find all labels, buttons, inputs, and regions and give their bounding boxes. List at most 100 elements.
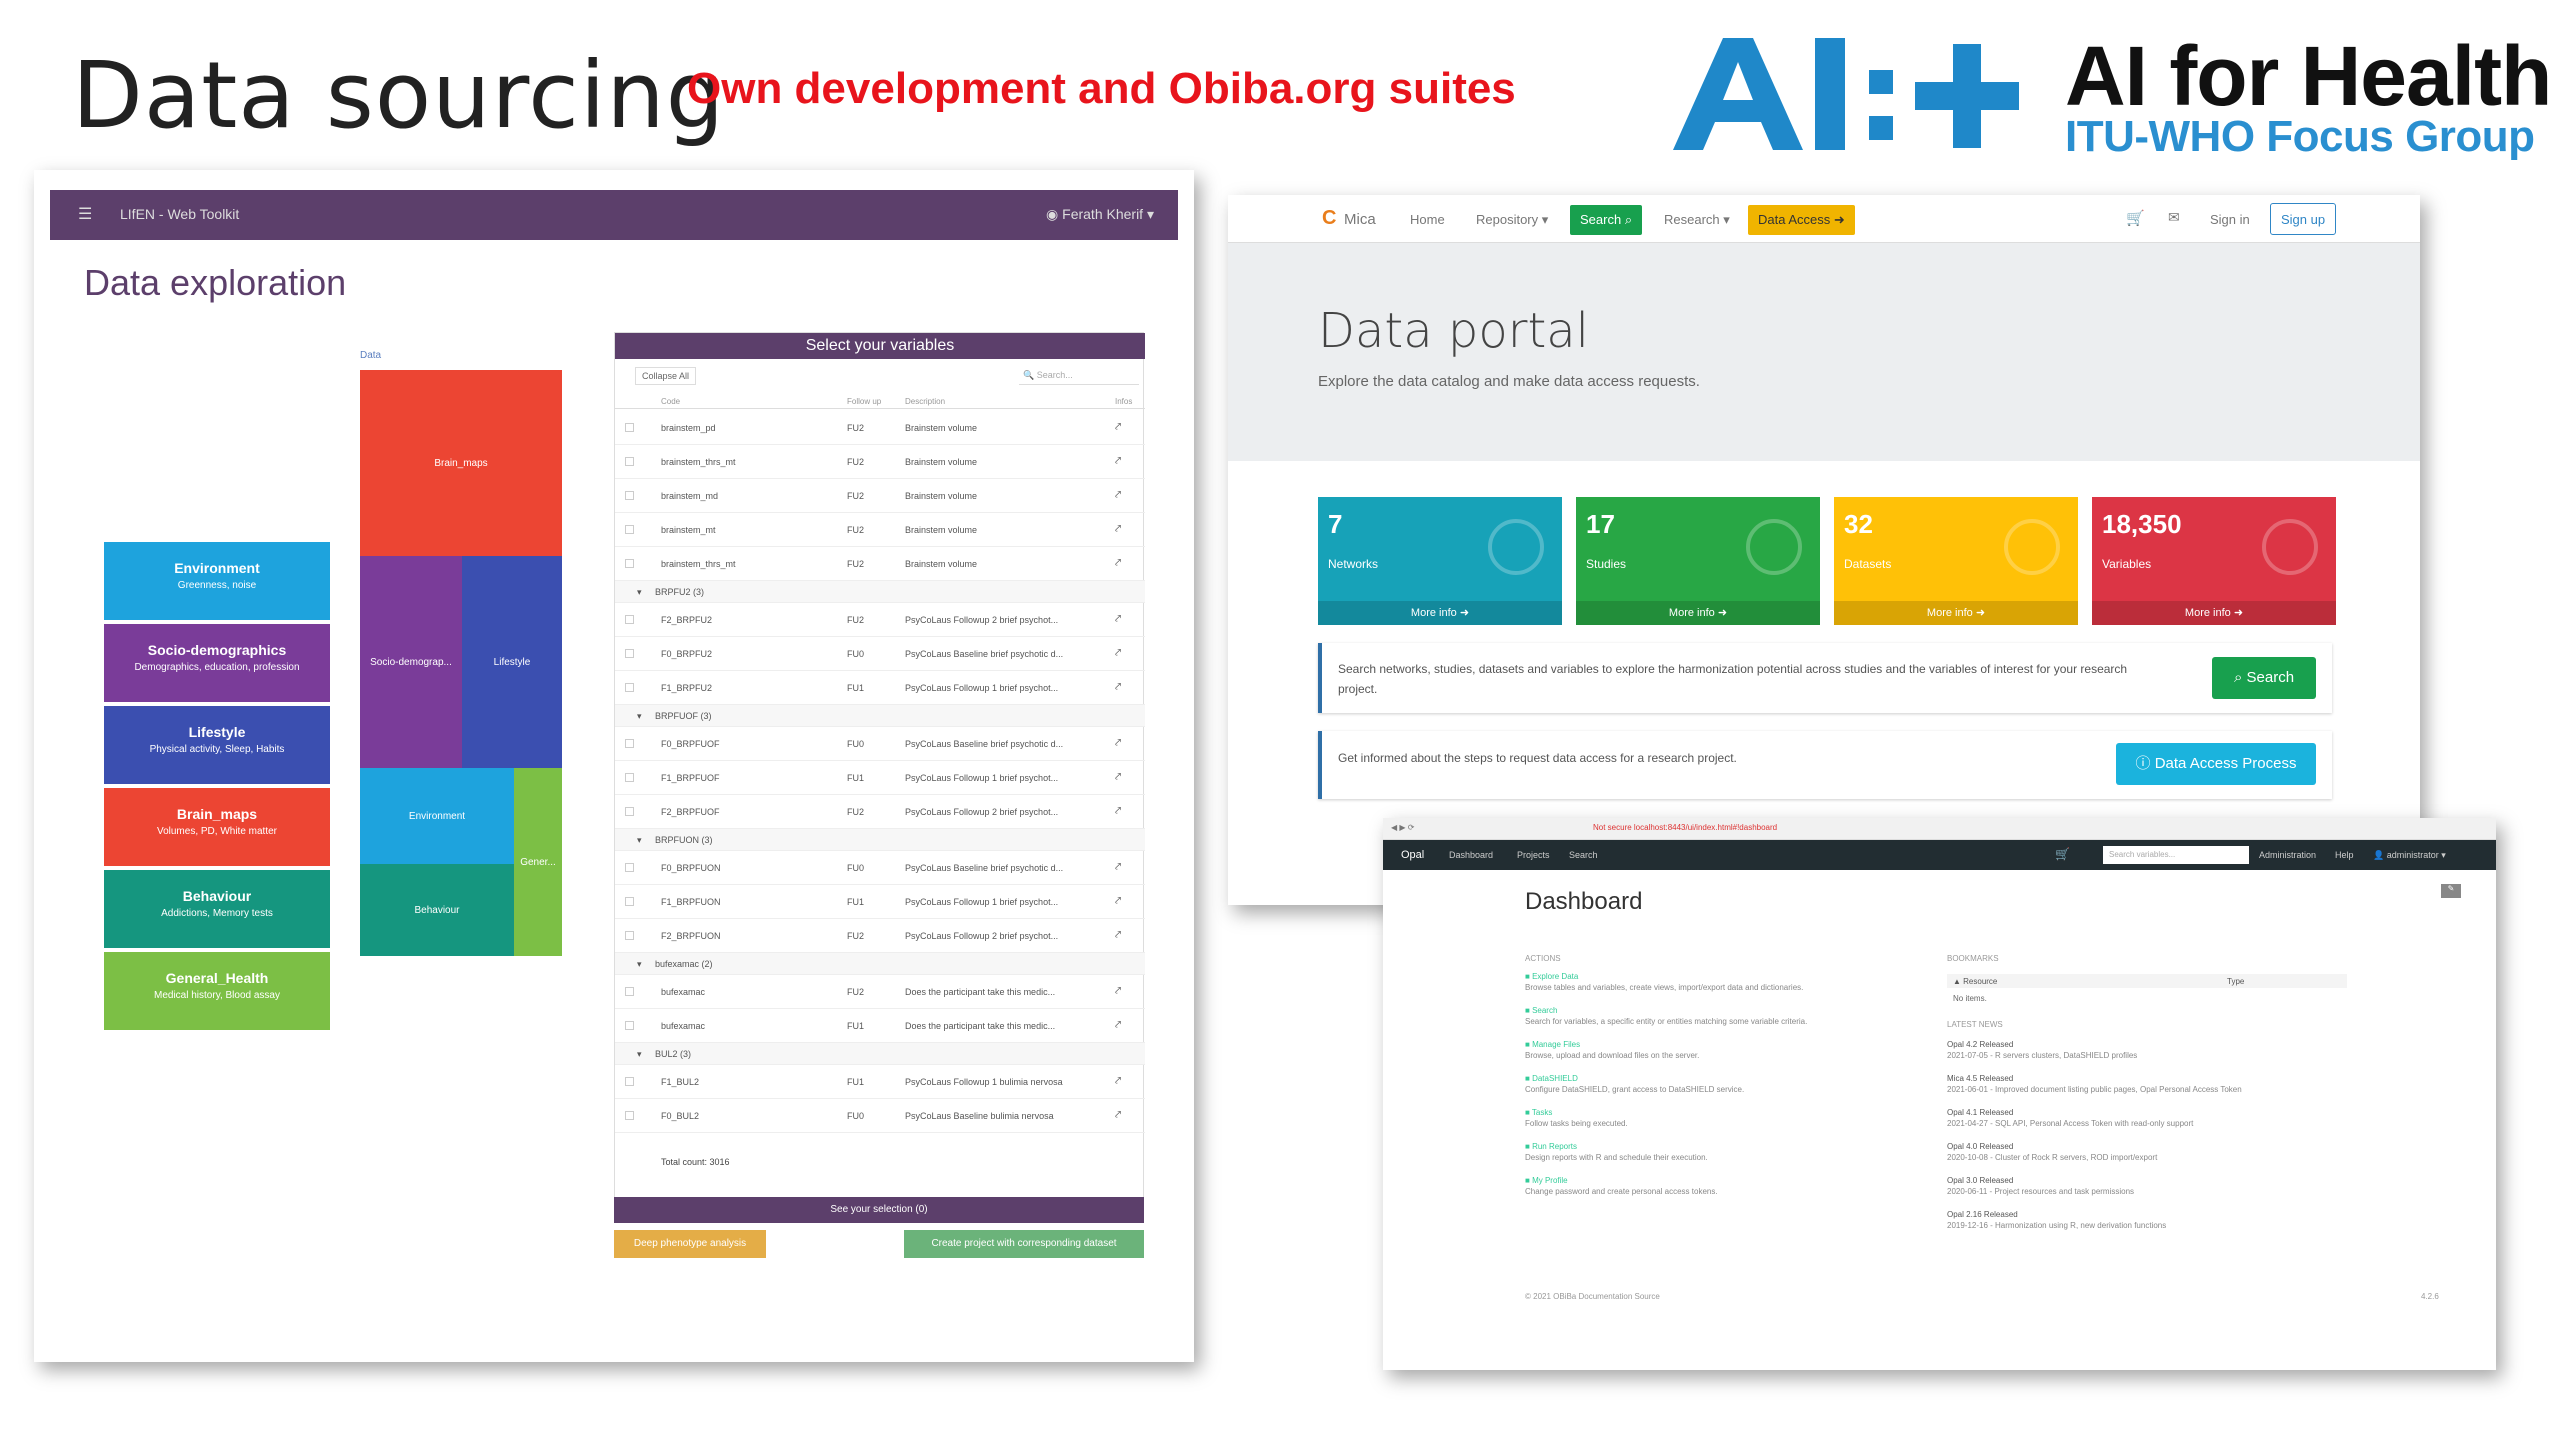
sign-in-link[interactable]: Sign in [2210,212,2250,227]
chart-icon[interactable]: ⤤ [1115,895,1121,908]
nav-administration[interactable]: Administration [2259,850,2316,860]
treemap-cell-lifestyle[interactable]: Lifestyle [462,556,562,768]
cart-icon[interactable]: 🛒 [2126,209,2145,227]
variable-group-row[interactable]: ▾ BRPFUOF (3) [615,705,1145,727]
stat-card[interactable]: 32 Datasets More info ➜ [1834,497,2078,625]
variable-row[interactable]: F2_BRPFUOF FU2 PsyCoLaus Followup 2 brief … [615,795,1145,829]
nav-data-access[interactable]: Data Access ➜ [1748,205,1855,235]
variable-row[interactable]: brainstem_mt FU2 Brainstem volume ⤤ [615,513,1145,547]
cart-icon[interactable]: 🛒 [2055,847,2070,861]
row-checkbox[interactable] [625,1021,634,1030]
create-project-button[interactable]: Create project with corresponding datase… [904,1230,1144,1258]
row-checkbox[interactable] [625,1077,634,1086]
variable-group-row[interactable]: ▾ BRPFU2 (3) [615,581,1145,603]
action-link[interactable]: ■ Explore Data [1525,972,1578,981]
address-bar[interactable]: Not secure localhost:8443/ui/index.html#… [1593,823,1777,832]
user-menu[interactable]: ◉ Ferath Kherif ▾ [1046,206,1154,223]
browser-nav-icons[interactable]: ◀ ▶ ⟳ [1391,823,1414,832]
nav-dashboard[interactable]: Dashboard [1449,850,1493,860]
nav-home[interactable]: Home [1410,212,1445,227]
nav-research[interactable]: Research ▾ [1664,212,1730,228]
category-card[interactable]: Behaviour Addictions, Memory tests [104,870,330,948]
action-link[interactable]: ■ DataSHIELD [1525,1074,1578,1083]
variable-row[interactable]: brainstem_md FU2 Brainstem volume ⤤ [615,479,1145,513]
chart-icon[interactable]: ⤤ [1115,557,1121,570]
mail-icon[interactable]: ✉ [2168,209,2180,226]
category-card[interactable]: Lifestyle Physical activity, Sleep, Habit… [104,706,330,784]
variable-row[interactable]: F1_BRPFU2 FU1 PsyCoLaus Followup 1 brief p… [615,671,1145,705]
category-card[interactable]: Environment Greenness, noise [104,542,330,620]
news-text[interactable]: 2020-10-08 - Cluster of Rock R servers, … [1947,1153,2157,1162]
variable-row[interactable]: brainstem_thrs_mt FU2 Brainstem volume ⤤ [615,445,1145,479]
menu-icon[interactable]: ☰ [78,204,92,224]
chart-icon[interactable]: ⤤ [1115,681,1121,694]
row-checkbox[interactable] [625,615,634,624]
row-checkbox[interactable] [625,559,634,568]
variable-group-row[interactable]: ▾ BRPFUON (3) [615,829,1145,851]
row-checkbox[interactable] [625,525,634,534]
variable-row[interactable]: F1_BRPFUON FU1 PsyCoLaus Followup 1 brief … [615,885,1145,919]
chart-icon[interactable]: ⤤ [1115,929,1121,942]
row-checkbox[interactable] [625,807,634,816]
news-text[interactable]: 2021-04-27 - SQL API, Personal Access To… [1947,1119,2193,1128]
treemap-cell-socio[interactable]: Socio-demograp... [360,556,462,768]
chart-icon[interactable]: ⤤ [1115,1109,1121,1122]
nav-search[interactable]: Search [1569,850,1598,860]
nav-help[interactable]: Help [2335,850,2354,860]
variable-row[interactable]: F0_BRPFU2 FU0 PsyCoLaus Baseline brief psy… [615,637,1145,671]
chart-icon[interactable]: ⤤ [1115,1075,1121,1088]
action-link[interactable]: ■ My Profile [1525,1176,1568,1185]
variable-row[interactable]: brainstem_pd FU2 Brainstem volume ⤤ [615,411,1145,445]
opal-brand[interactable]: Opal [1401,849,1424,861]
variable-row[interactable]: F1_BRPFUOF FU1 PsyCoLaus Followup 1 brief … [615,761,1145,795]
action-link[interactable]: ■ Manage Files [1525,1040,1580,1049]
mica-brand[interactable]: Mica [1344,211,1376,228]
action-link[interactable]: ■ Search [1525,1006,1557,1015]
variable-row[interactable]: bufexamac FU1 Does the participant take th… [615,1009,1145,1043]
variable-group-row[interactable]: ▾ BUL2 (3) [615,1043,1145,1065]
row-checkbox[interactable] [625,683,634,692]
category-card[interactable]: Brain_maps Volumes, PD, White matter [104,788,330,866]
variable-row[interactable]: F2_BRPFU2 FU2 PsyCoLaus Followup 2 brief p… [615,603,1145,637]
stat-card[interactable]: 18,350 Variables More info ➜ [2092,497,2336,625]
row-checkbox[interactable] [625,739,634,748]
chart-icon[interactable]: ⤤ [1115,455,1121,468]
more-info-link[interactable]: More info ➜ [1576,601,1820,625]
row-checkbox[interactable] [625,931,634,940]
opal-search-input[interactable]: Search variables... [2103,846,2249,864]
search-button[interactable]: ⌕ Search [2212,657,2316,699]
stat-card[interactable]: 7 Networks More info ➜ [1318,497,1562,625]
more-info-link[interactable]: More info ➜ [1834,601,2078,625]
row-checkbox[interactable] [625,491,634,500]
variables-search-input[interactable]: 🔍 Search... [1019,367,1139,385]
more-info-link[interactable]: More info ➜ [1318,601,1562,625]
sign-up-button[interactable]: Sign up [2270,203,2337,235]
chart-icon[interactable]: ⤤ [1115,1019,1121,1032]
chart-icon[interactable]: ⤤ [1115,737,1121,750]
chart-icon[interactable]: ⤤ [1115,805,1121,818]
chart-icon[interactable]: ⤤ [1115,523,1121,536]
action-link[interactable]: ■ Tasks [1525,1108,1552,1117]
nav-user[interactable]: 👤 administrator ▾ [2373,850,2446,861]
row-checkbox[interactable] [625,1111,634,1120]
news-text[interactable]: 2020-06-11 - Project resources and task … [1947,1187,2134,1196]
treemap-cell-brain-maps[interactable]: Brain_maps [360,370,562,556]
action-link[interactable]: ■ Run Reports [1525,1142,1577,1151]
chart-icon[interactable]: ⤤ [1115,985,1121,998]
deep-phenotype-button[interactable]: Deep phenotype analysis [614,1230,766,1258]
row-checkbox[interactable] [625,863,634,872]
treemap-cell-environment[interactable]: Environment [360,768,514,864]
variable-row[interactable]: F1_BUL2 FU1 PsyCoLaus Followup 1 bulimia n… [615,1065,1145,1099]
category-card[interactable]: Socio-demographics Demographics, educatio… [104,624,330,702]
chart-icon[interactable]: ⤤ [1115,489,1121,502]
chart-icon[interactable]: ⤤ [1115,771,1121,784]
row-checkbox[interactable] [625,457,634,466]
more-info-link[interactable]: More info ➜ [2092,601,2336,625]
variable-row[interactable]: F0_BRPFUOF FU0 PsyCoLaus Baseline brief ps… [615,727,1145,761]
nav-projects[interactable]: Projects [1517,850,1550,860]
treemap-cell-general[interactable]: Gener... [514,768,562,956]
collapse-all-button[interactable]: Collapse All [635,367,697,385]
nav-search[interactable]: Search ⌕ [1570,205,1643,235]
chart-icon[interactable]: ⤤ [1115,421,1121,434]
chart-icon[interactable]: ⤤ [1115,647,1121,660]
